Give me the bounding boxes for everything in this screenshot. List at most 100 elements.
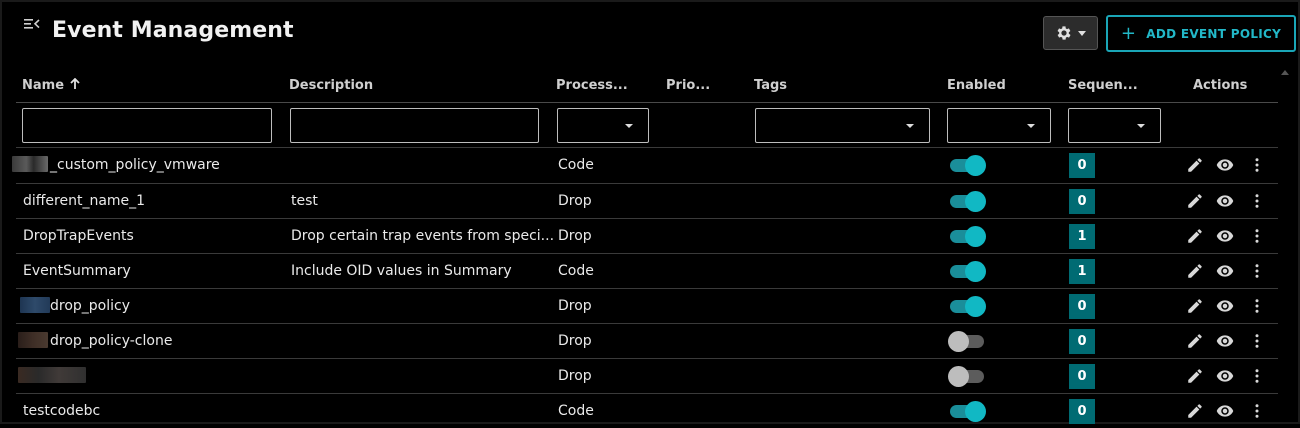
eye-icon[interactable] (1216, 332, 1234, 350)
column-header-enabled[interactable]: Enabled (947, 78, 1006, 93)
policy-description: test (291, 193, 318, 209)
tags-filter-select[interactable] (755, 108, 930, 143)
name-filter-input[interactable] (22, 108, 272, 143)
sequence-filter-select[interactable] (1068, 108, 1161, 143)
processing-filter-select[interactable] (557, 108, 649, 143)
table-row[interactable]: different_name_1 test Drop 0 (16, 183, 1278, 218)
pencil-icon[interactable] (1186, 402, 1204, 420)
policy-name[interactable]: DropTrapEvents (23, 228, 134, 244)
redacted-name-block (18, 332, 48, 348)
pencil-icon[interactable] (1186, 332, 1204, 350)
toggle-knob (965, 296, 986, 317)
more-vertical-icon[interactable] (1248, 367, 1266, 385)
enabled-toggle[interactable] (948, 191, 986, 212)
policy-processing: Code (558, 403, 594, 419)
policy-processing: Drop (558, 193, 592, 209)
plus-icon: + (1120, 22, 1137, 44)
eye-icon[interactable] (1216, 192, 1234, 210)
column-header-actions: Actions (1193, 78, 1248, 93)
eye-icon[interactable] (1216, 227, 1234, 245)
more-vertical-icon[interactable] (1248, 192, 1266, 210)
pencil-icon[interactable] (1186, 367, 1204, 385)
pencil-icon[interactable] (1186, 227, 1204, 245)
table-row[interactable]: EventSummary Include OID values in Summar… (16, 253, 1278, 288)
sequence-badge: 0 (1069, 153, 1095, 178)
policy-name[interactable]: different_name_1 (23, 193, 145, 209)
table-row[interactable]: DropTrapEvents Drop certain trap events f… (16, 218, 1278, 253)
column-header-priority[interactable]: Prio... (666, 78, 710, 93)
enabled-toggle[interactable] (948, 401, 986, 422)
more-vertical-icon[interactable] (1248, 297, 1266, 315)
eye-icon[interactable] (1216, 156, 1234, 174)
column-header-processing[interactable]: Process... (556, 78, 628, 93)
column-header-tags[interactable]: Tags (754, 78, 787, 93)
dropdown-caret-icon (1137, 124, 1145, 128)
dropdown-caret-icon (1027, 124, 1035, 128)
sequence-badge: 0 (1069, 189, 1095, 214)
table-row[interactable]: drop_policy-clone Drop 0 (16, 323, 1278, 358)
sequence-badge: 0 (1069, 364, 1095, 389)
sequence-badge: 1 (1069, 224, 1095, 249)
settings-button[interactable] (1043, 16, 1098, 50)
table-row[interactable]: testcodebc Code 0 (16, 393, 1278, 428)
description-filter-input[interactable] (290, 108, 539, 143)
policy-name[interactable]: EventSummary (23, 263, 131, 279)
chevron-down-icon (1078, 30, 1086, 36)
eye-icon[interactable] (1216, 262, 1234, 280)
sequence-badge: 1 (1069, 259, 1095, 284)
enabled-toggle[interactable] (948, 261, 986, 282)
policy-processing: Code (558, 157, 594, 173)
more-vertical-icon[interactable] (1248, 262, 1266, 280)
toggle-knob (948, 331, 969, 352)
enabled-toggle[interactable] (948, 331, 986, 352)
page-title: Event Management (52, 18, 294, 43)
policy-processing: Drop (558, 333, 592, 349)
enabled-toggle[interactable] (948, 155, 986, 176)
policy-processing: Drop (558, 298, 592, 314)
sequence-badge: 0 (1069, 399, 1095, 424)
enabled-toggle[interactable] (948, 226, 986, 247)
pencil-icon[interactable] (1186, 156, 1204, 174)
sequence-badge: 0 (1069, 329, 1095, 354)
policy-name[interactable]: testcodebc (23, 403, 100, 419)
add-event-policy-label: ADD EVENT POLICY (1146, 26, 1282, 41)
table-row[interactable]: drop_policy Drop 0 (16, 288, 1278, 323)
policy-name[interactable]: _custom_policy_vmware (50, 157, 220, 173)
redacted-name-block (12, 156, 48, 172)
more-vertical-icon[interactable] (1248, 402, 1266, 420)
eye-icon[interactable] (1216, 367, 1234, 385)
more-vertical-icon[interactable] (1248, 227, 1266, 245)
toggle-knob (965, 155, 986, 176)
pencil-icon[interactable] (1186, 192, 1204, 210)
table-row[interactable]: _custom_policy_vmware Code 0 (12, 147, 1278, 182)
enabled-toggle[interactable] (948, 296, 986, 317)
gear-icon (1057, 26, 1071, 40)
collapse-menu-icon[interactable] (24, 17, 40, 31)
column-header-sequence[interactable]: Sequen... (1068, 78, 1138, 93)
pencil-icon[interactable] (1186, 262, 1204, 280)
eye-icon[interactable] (1216, 402, 1234, 420)
toggle-knob (965, 401, 986, 422)
enabled-filter-select[interactable] (947, 108, 1051, 143)
toggle-knob (965, 226, 986, 247)
add-event-policy-button[interactable]: + ADD EVENT POLICY (1106, 15, 1296, 52)
toggle-knob (965, 261, 986, 282)
eye-icon[interactable] (1216, 297, 1234, 315)
column-header-description[interactable]: Description (289, 78, 373, 93)
enabled-toggle[interactable] (948, 366, 986, 387)
dropdown-caret-icon (625, 124, 633, 128)
sort-ascending-icon[interactable] (69, 77, 81, 90)
more-vertical-icon[interactable] (1248, 332, 1266, 350)
policy-description: Include OID values in Summary (291, 263, 512, 279)
redacted-name-block (18, 367, 86, 383)
sequence-badge: 0 (1069, 294, 1095, 319)
more-vertical-icon[interactable] (1248, 156, 1266, 174)
event-management-page: Event Management + ADD EVENT POLICY Name… (0, 0, 1300, 424)
policy-name[interactable]: drop_policy (50, 298, 130, 314)
dropdown-caret-icon (906, 124, 914, 128)
scroll-up-arrow[interactable] (1281, 70, 1289, 75)
policy-name[interactable]: drop_policy-clone (50, 333, 172, 349)
pencil-icon[interactable] (1186, 297, 1204, 315)
table-row[interactable]: Drop 0 (16, 358, 1278, 393)
column-header-name[interactable]: Name (22, 77, 81, 93)
